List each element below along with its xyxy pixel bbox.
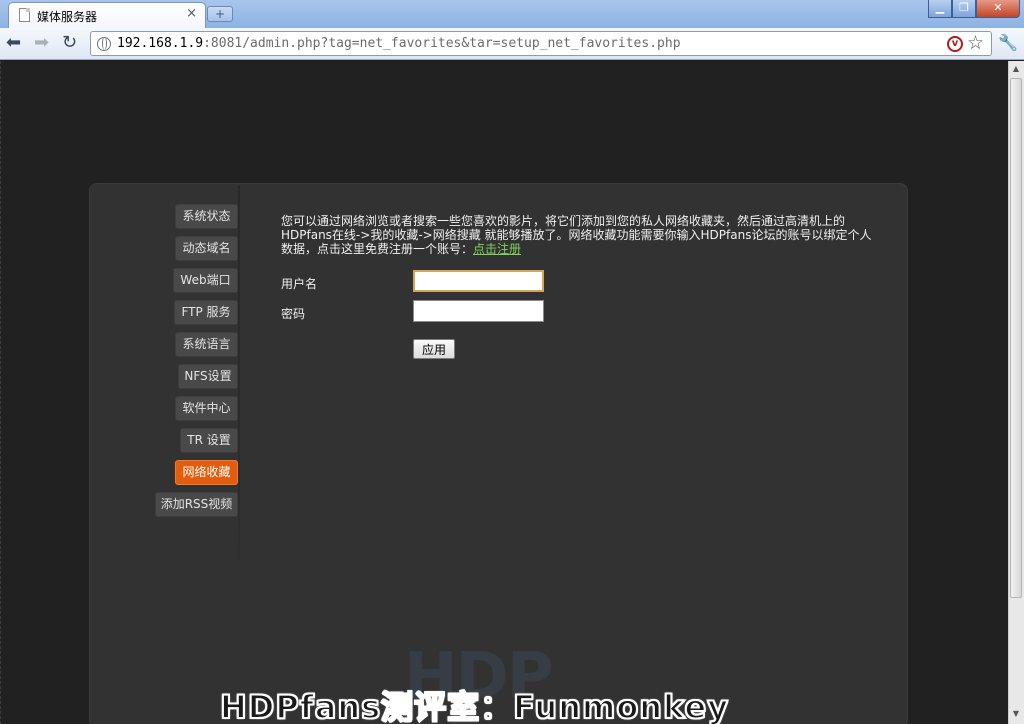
url-text[interactable]: 192.168.1.9:8081/admin.php?tag=net_favor… — [117, 36, 681, 51]
globe-icon — [97, 37, 111, 51]
sidebar-item-nfs[interactable]: NFS设置 — [178, 364, 238, 389]
forward-icon[interactable]: ➡ — [34, 33, 49, 53]
sidebar-item-net-favorites[interactable]: 网络收藏 — [175, 460, 238, 485]
browser-tab[interactable]: 媒体服务器 × — [8, 2, 206, 28]
scroll-down-icon[interactable]: ▼ — [1008, 706, 1024, 722]
password-input[interactable] — [413, 300, 544, 322]
tab-title: 媒体服务器 — [37, 10, 98, 24]
tab-close-button[interactable]: × — [186, 6, 197, 21]
register-link[interactable]: 点击注册 — [473, 242, 521, 256]
sidebar-item-language[interactable]: 系统语言 — [175, 332, 238, 357]
back-icon[interactable]: ⬅ — [6, 33, 21, 53]
new-tab-button[interactable]: + — [207, 6, 233, 22]
minimize-button[interactable]: ▁ — [928, 0, 952, 18]
sidebar-item-ddns[interactable]: 动态域名 — [175, 236, 238, 261]
username-input[interactable] — [413, 270, 544, 292]
close-window-button[interactable]: ✕ — [976, 0, 1020, 18]
description-text: 您可以通过网络浏览或者搜索一些您喜欢的影片，将它们添加到您的私人网络收藏夹，然后… — [281, 214, 872, 256]
apply-button[interactable]: 应用 — [413, 339, 455, 359]
title-bar: 媒体服务器 × + ▁ ❐ ✕ — [0, 0, 1024, 28]
username-label: 用户名 — [281, 277, 318, 291]
sidebar-item-add-rss[interactable]: 添加RSS视频 — [155, 492, 238, 517]
scroll-up-icon[interactable]: ▲ — [1008, 61, 1024, 77]
reload-icon[interactable]: ↻ — [62, 33, 77, 53]
wrench-icon[interactable]: 🔧 — [998, 33, 1018, 52]
sidebar-item-system-status[interactable]: 系统状态 — [175, 204, 238, 229]
sidebar-item-tr[interactable]: TR 设置 — [180, 428, 238, 453]
extension-icon[interactable]: v — [947, 36, 963, 52]
video-overlay-caption: HDPfans测评室：Funmonkey — [219, 687, 730, 724]
sidebar-item-ftp[interactable]: FTP 服务 — [174, 300, 238, 325]
password-label: 密码 — [281, 307, 306, 321]
sidebar-item-software[interactable]: 软件中心 — [175, 396, 238, 421]
browser-toolbar: ⬅ ➡ ↻ 192.168.1.9:8081/admin.php?tag=net… — [0, 28, 1024, 60]
maximize-button[interactable]: ❐ — [952, 0, 976, 18]
scroll-thumb[interactable] — [1010, 78, 1022, 598]
sidebar-item-web-port[interactable]: Web端口 — [173, 268, 238, 293]
star-icon[interactable]: ☆ — [967, 32, 984, 54]
sidebar-divider — [238, 185, 240, 580]
address-bar[interactable]: 192.168.1.9:8081/admin.php?tag=net_favor… — [90, 31, 992, 56]
doc-icon — [19, 8, 30, 22]
